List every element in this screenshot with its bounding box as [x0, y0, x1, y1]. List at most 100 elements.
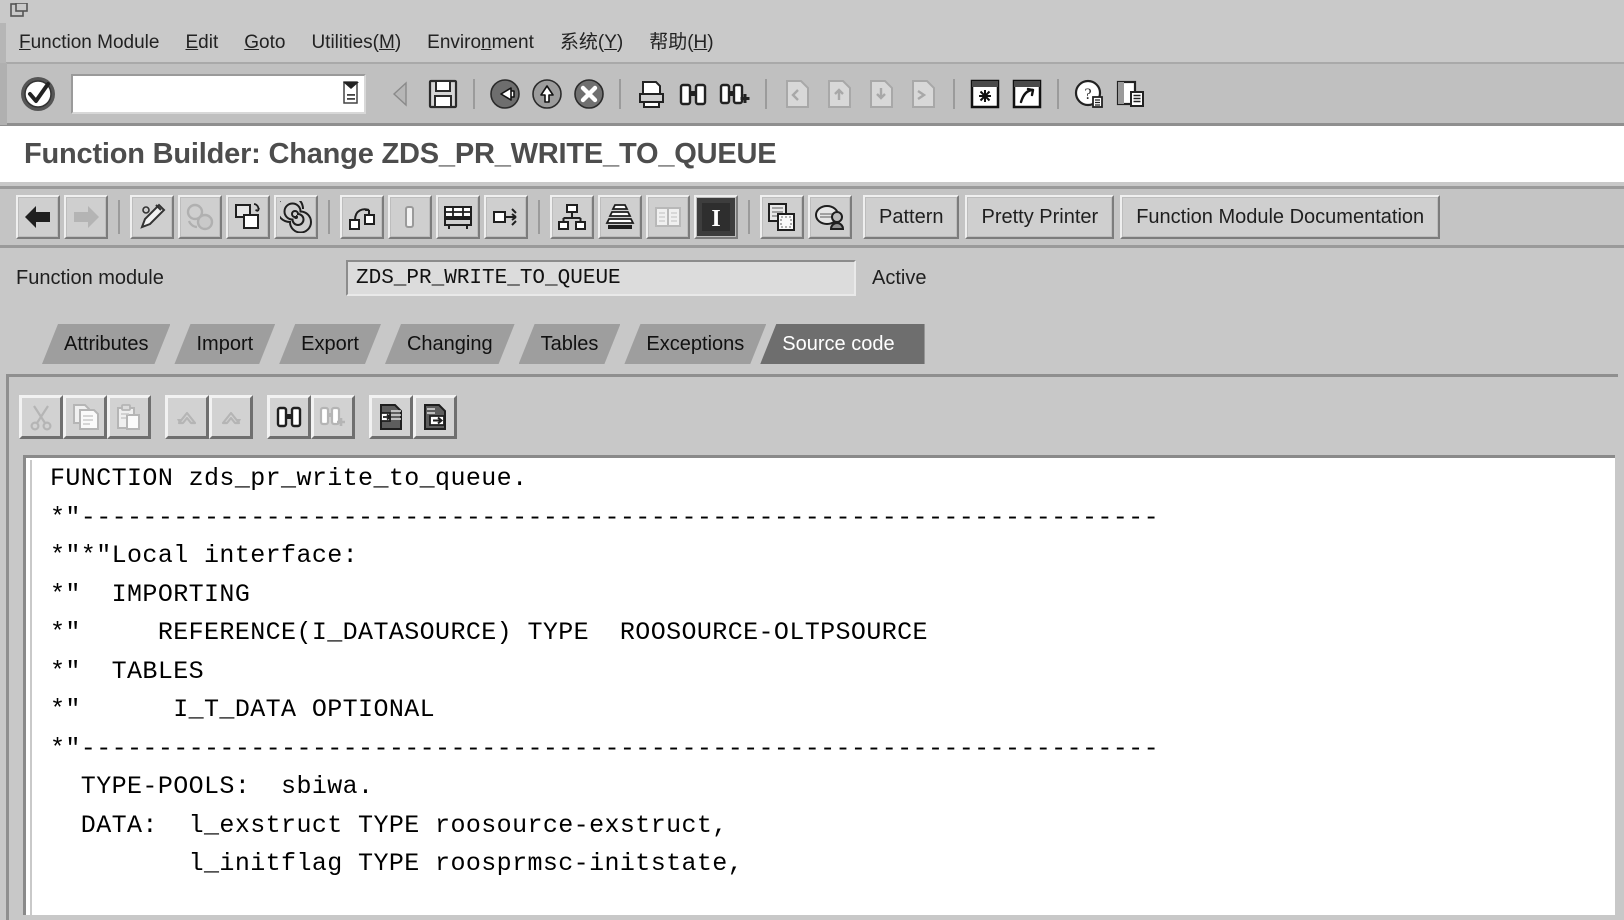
- system-toolbar: ?: [0, 62, 1624, 126]
- tab-export[interactable]: Export: [279, 324, 381, 364]
- code-line: *" REFERENCE(I_DATASOURCE) TYPE ROOSOURC…: [50, 618, 928, 647]
- tab-changing[interactable]: Changing: [385, 324, 515, 364]
- system-toolbar-rail: [0, 62, 7, 125]
- help-icon[interactable]: ?: [1071, 74, 1107, 114]
- toolbar-separator: [473, 78, 475, 109]
- command-field[interactable]: [71, 73, 366, 114]
- cancel-red-icon[interactable]: [571, 74, 607, 114]
- copy-icon[interactable]: [63, 395, 107, 439]
- first-page-icon[interactable]: [779, 74, 815, 114]
- information-icon[interactable]: I: [694, 195, 738, 239]
- tab-source-code[interactable]: Source code: [760, 324, 925, 364]
- menu-bar: FFunction Moduleunction Module Edit Goto…: [0, 23, 1624, 64]
- menu-help[interactable]: 帮助(H): [636, 23, 726, 63]
- paste-icon[interactable]: [107, 395, 151, 439]
- hierarchy-icon[interactable]: [550, 195, 594, 239]
- source-code-editor-panel: FUNCTION zds_pr_write_to_queue. *"------…: [6, 374, 1618, 920]
- cut-icon[interactable]: [19, 395, 63, 439]
- command-field-dropdown-icon[interactable]: [340, 80, 360, 107]
- back-left-arrow-icon[interactable]: [16, 195, 60, 239]
- status-badge: Active: [872, 266, 927, 289]
- display-change-icon[interactable]: [130, 195, 174, 239]
- menu-environment[interactable]: Environment: [414, 23, 547, 63]
- next-page-icon[interactable]: [863, 74, 899, 114]
- editor-toolbar: [19, 393, 457, 441]
- toolbar-separator: [1057, 78, 1059, 109]
- menu-goto[interactable]: Goto: [231, 23, 298, 63]
- app-toolbar-separator: [748, 200, 750, 234]
- print-icon[interactable]: [633, 74, 669, 114]
- redo-icon[interactable]: [209, 395, 253, 439]
- create-shortcut-icon[interactable]: [1009, 74, 1045, 114]
- pattern-spiral-icon[interactable]: [274, 195, 318, 239]
- source-code-content: FUNCTION zds_pr_write_to_queue. *"------…: [30, 460, 1615, 915]
- code-line: FUNCTION zds_pr_write_to_queue.: [50, 464, 528, 493]
- object-navigator-icon[interactable]: [484, 195, 528, 239]
- code-line: l_initflag TYPE roosprmsc-initstate,: [50, 849, 744, 878]
- find-icon[interactable]: [675, 74, 711, 114]
- window-exit-icon[interactable]: [10, 3, 28, 19]
- page-title: Function Builder: Change ZDS_PR_WRITE_TO…: [24, 137, 777, 170]
- tab-import[interactable]: Import: [174, 324, 275, 364]
- user-object-icon[interactable]: [808, 195, 852, 239]
- find-next-icon[interactable]: [717, 74, 753, 114]
- code-line: *"*"Local interface:: [50, 541, 359, 570]
- function-module-label: Function module: [16, 266, 164, 289]
- import-file-icon[interactable]: [369, 395, 413, 439]
- enter-ok-icon[interactable]: [15, 71, 61, 117]
- pattern-button[interactable]: Pattern: [863, 195, 960, 239]
- app-toolbar-separator: [538, 200, 540, 234]
- where-used-list-icon[interactable]: [388, 195, 432, 239]
- function-module-row: Function module Active: [0, 252, 1624, 304]
- svg-text:?: ?: [1084, 86, 1091, 103]
- code-line: *" TABLES: [50, 656, 205, 686]
- code-line: *" I_T_DATA OPTIONAL: [50, 695, 436, 724]
- stack-icon[interactable]: [598, 195, 642, 239]
- menu-edit[interactable]: Edit: [172, 23, 231, 63]
- toolbar-separator: [953, 78, 955, 109]
- previous-page-icon[interactable]: [821, 74, 857, 114]
- pretty-printer-button[interactable]: Pretty Printer: [965, 195, 1115, 239]
- menu-utilities[interactable]: Utilities(M): [298, 23, 414, 63]
- save-icon[interactable]: [425, 74, 461, 114]
- split-screen-icon[interactable]: [646, 195, 690, 239]
- window-title-bar: [0, 0, 1624, 25]
- tab-tables[interactable]: Tables: [519, 324, 621, 364]
- menu-function-module[interactable]: FFunction Moduleunction Module: [6, 23, 172, 63]
- tab-strip: Attributes Import Export Changing Tables…: [0, 320, 1624, 364]
- code-line: *"--------------------------------------…: [50, 733, 1159, 763]
- insert-statement-icon[interactable]: [436, 195, 480, 239]
- back-green-icon[interactable]: [487, 74, 523, 114]
- code-line: *"--------------------------------------…: [50, 502, 1159, 532]
- customize-layout-icon[interactable]: [1113, 74, 1149, 114]
- source-code-textarea[interactable]: FUNCTION zds_pr_write_to_queue. *"------…: [23, 455, 1615, 915]
- menu-system[interactable]: 系统(Y): [547, 23, 636, 63]
- back-arrow-icon[interactable]: [383, 74, 419, 114]
- exit-yellow-icon[interactable]: [529, 74, 565, 114]
- code-line: *" IMPORTING: [50, 579, 251, 609]
- find-icon[interactable]: [267, 395, 311, 439]
- function-module-documentation-button[interactable]: Function Module Documentation: [1120, 195, 1441, 239]
- check-object-icon[interactable]: [178, 195, 222, 239]
- application-toolbar: I Pattern Pretty Printer Function Module…: [0, 186, 1624, 248]
- function-module-input[interactable]: [346, 260, 856, 296]
- navigation-stack-icon[interactable]: [340, 195, 384, 239]
- sap-gui-window: FFunction Moduleunction Module Edit Goto…: [0, 0, 1624, 920]
- last-page-icon[interactable]: [905, 74, 941, 114]
- forward-right-arrow-icon[interactable]: [64, 195, 108, 239]
- create-session-icon[interactable]: [967, 74, 1003, 114]
- activate-icon[interactable]: [226, 195, 270, 239]
- undo-icon[interactable]: [165, 395, 209, 439]
- svg-text:I: I: [711, 206, 720, 232]
- export-file-icon[interactable]: [413, 395, 457, 439]
- page-title-bar: Function Builder: Change ZDS_PR_WRITE_TO…: [0, 126, 1624, 182]
- app-toolbar-separator: [118, 200, 120, 234]
- tab-exceptions[interactable]: Exceptions: [624, 324, 766, 364]
- tab-attributes[interactable]: Attributes: [42, 324, 170, 364]
- toolbar-separator: [619, 78, 621, 109]
- code-line: DATA: l_exstruct TYPE roosource-exstruct…: [50, 810, 728, 840]
- copy-object-icon[interactable]: [760, 195, 804, 239]
- command-input[interactable]: [77, 78, 336, 111]
- find-next-icon[interactable]: [311, 395, 355, 439]
- toolbar-separator: [765, 78, 767, 109]
